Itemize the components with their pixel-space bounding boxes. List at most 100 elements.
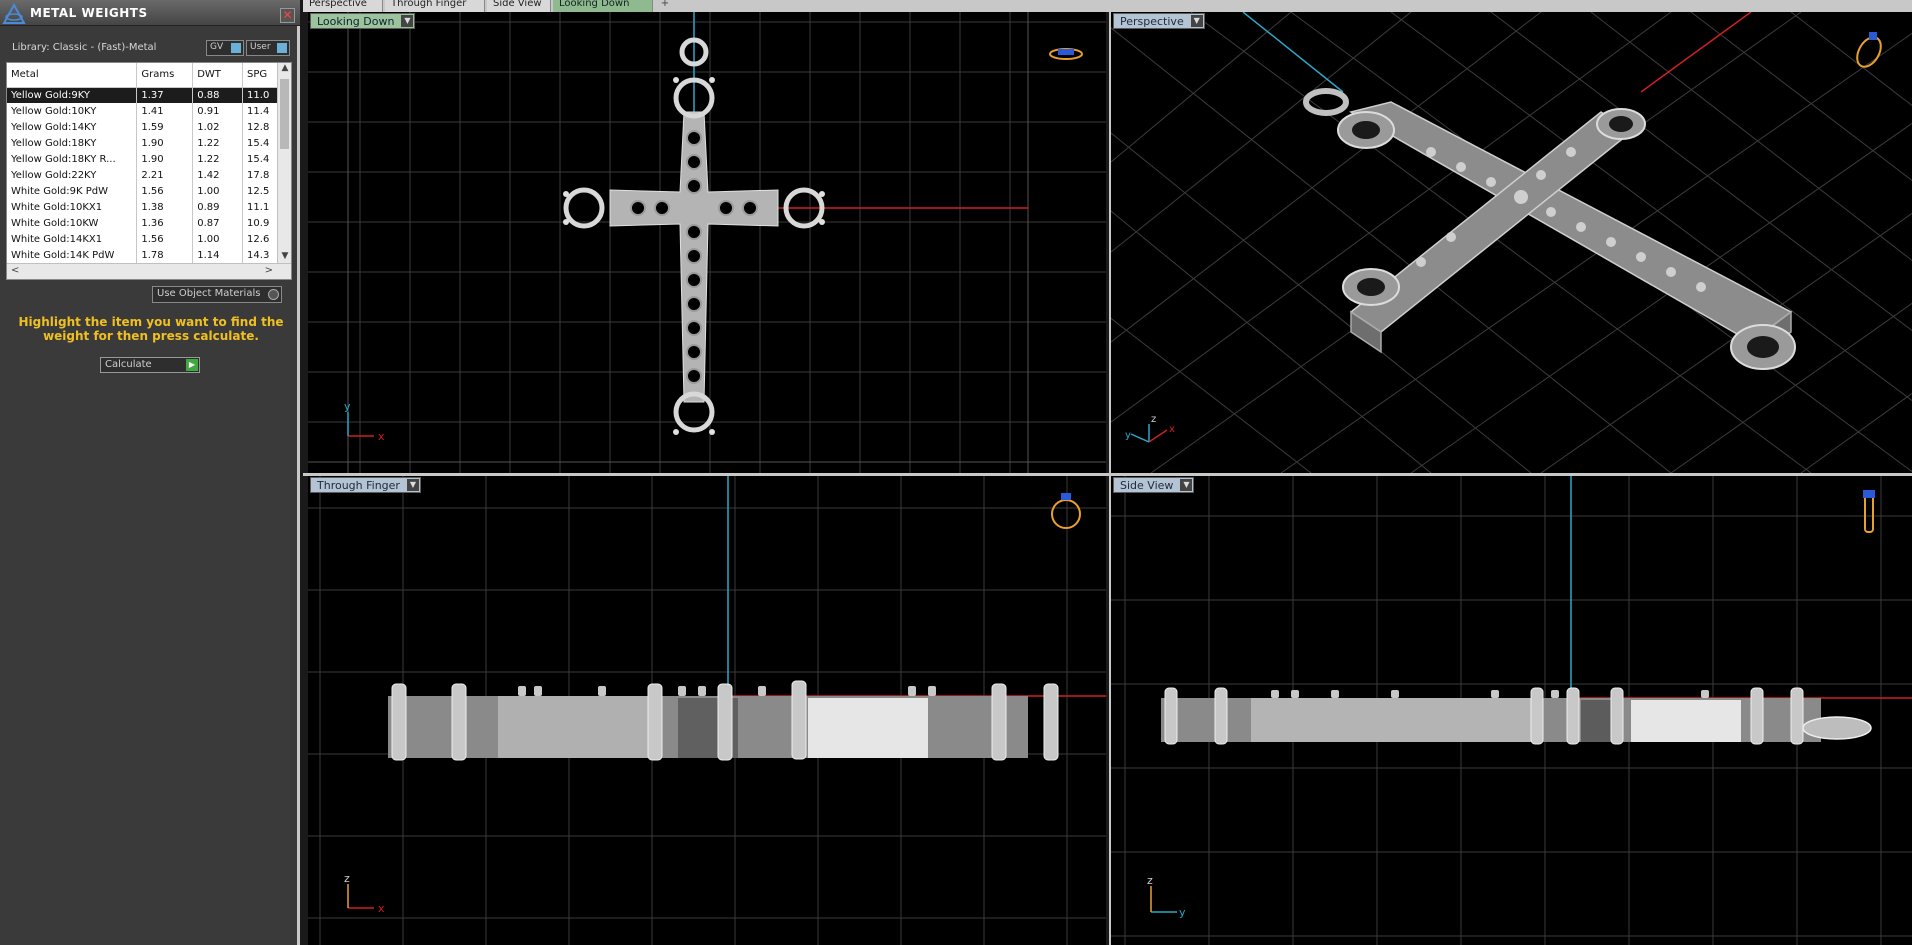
- panel-header: METAL WEIGHTS ✕: [0, 0, 300, 26]
- close-icon[interactable]: ✕: [280, 8, 295, 23]
- toggle-switch-icon: [231, 43, 241, 53]
- chevron-down-icon[interactable]: ▼: [1180, 479, 1193, 491]
- spg-cell: 11.0: [242, 87, 279, 103]
- table-row[interactable]: Yellow Gold:22KY 2.21 1.42 17.8: [7, 167, 279, 183]
- viewport-title-through-finger: Through Finger: [317, 479, 400, 492]
- ring-orientation-icon: [1863, 490, 1875, 533]
- spg-cell: 17.8: [242, 167, 279, 183]
- horizontal-scrollbar[interactable]: < >: [7, 263, 291, 279]
- dwt-cell: 1.02: [192, 119, 244, 135]
- toggle-switch-icon: [277, 43, 287, 53]
- axis-label-y: y: [1179, 906, 1186, 919]
- metal-name-cell: White Gold:9K PdW: [7, 183, 138, 199]
- calculate-label: Calculate: [105, 359, 152, 370]
- column-header-grams[interactable]: Grams: [136, 63, 194, 88]
- table-row[interactable]: White Gold:9K PdW 1.56 1.00 12.5: [7, 183, 279, 199]
- metal-name-cell: White Gold:10KW: [7, 215, 138, 231]
- viewport-through-finger[interactable]: z x Through Finger ▼: [308, 476, 1106, 945]
- library-label: Library: Classic - (Fast)-Metal: [12, 42, 157, 53]
- chevron-down-icon[interactable]: ▼: [401, 15, 414, 27]
- viewport-perspective[interactable]: y z x Perspective ▼: [1109, 12, 1912, 473]
- grams-cell: 1.37: [136, 87, 194, 103]
- spg-cell: 11.4: [242, 103, 279, 119]
- table-row[interactable]: White Gold:10KX1 1.38 0.89 11.1: [7, 199, 279, 215]
- grams-cell: 1.78: [136, 247, 194, 263]
- grams-cell: 1.56: [136, 231, 194, 247]
- user-toggle[interactable]: User: [246, 40, 290, 56]
- metal-name-cell: Yellow Gold:14KY: [7, 119, 138, 135]
- metal-weights-panel: METAL WEIGHTS ✕ Library: Classic - (Fast…: [0, 0, 300, 945]
- axis-label-y: y: [344, 400, 351, 413]
- dwt-cell: 1.00: [192, 183, 244, 199]
- dwt-cell: 0.88: [192, 87, 244, 103]
- dwt-cell: 1.00: [192, 231, 244, 247]
- metal-table-container: Metal Grams DWT SPG Yellow Gold:9KY 1.37 0…: [6, 62, 292, 280]
- viewport-title-perspective: Perspective: [1120, 15, 1184, 28]
- viewport-label-side-view[interactable]: Side View ▼: [1113, 477, 1195, 493]
- scrollbar-thumb[interactable]: [280, 79, 289, 149]
- scroll-up-icon[interactable]: ▲: [278, 63, 291, 77]
- viewport-side-view[interactable]: z y Side View ▼: [1109, 476, 1912, 945]
- calculate-button[interactable]: Calculate ▶: [100, 357, 200, 373]
- spg-cell: 11.1: [242, 199, 279, 215]
- vertical-scrollbar[interactable]: ▲ ▼: [277, 63, 291, 265]
- grams-cell: 1.59: [136, 119, 194, 135]
- table-row[interactable]: White Gold:14KX1 1.56 1.00 12.6: [7, 231, 279, 247]
- metal-name-cell: Yellow Gold:18KY R...: [7, 151, 138, 167]
- ring-orientation-icon: [1049, 48, 1083, 60]
- ring-orientation-icon: [1051, 493, 1081, 529]
- matrix-logo-icon: [2, 2, 26, 24]
- viewport-label-perspective[interactable]: Perspective ▼: [1113, 13, 1205, 29]
- tab-looking-down[interactable]: Looking Down: [553, 0, 653, 12]
- table-row[interactable]: Yellow Gold:10KY 1.41 0.91 11.4: [7, 103, 279, 119]
- viewport-label-looking-down[interactable]: Looking Down ▼: [310, 13, 416, 29]
- metal-name-cell: Yellow Gold:10KY: [7, 103, 138, 119]
- tab-through-finger[interactable]: Through Finger: [385, 0, 485, 12]
- spg-cell: 12.5: [242, 183, 279, 199]
- gv-toggle[interactable]: GV: [206, 40, 244, 56]
- use-object-materials-label: Use Object Materials: [157, 288, 261, 299]
- axis-label-z: z: [1151, 414, 1156, 425]
- cross-side-view-canvas[interactable]: z y: [1111, 476, 1912, 945]
- column-header-spg[interactable]: SPG: [242, 63, 279, 88]
- column-header-metal[interactable]: Metal: [7, 63, 138, 88]
- dwt-cell: 0.91: [192, 103, 244, 119]
- use-object-materials-toggle[interactable]: Use Object Materials: [152, 286, 282, 303]
- viewport-label-through-finger[interactable]: Through Finger ▼: [310, 477, 421, 493]
- table-row[interactable]: White Gold:10KW 1.36 0.87 10.9: [7, 215, 279, 231]
- table-row[interactable]: Yellow Gold:18KY R... 1.90 1.22 15.4: [7, 151, 279, 167]
- viewport-title-side-view: Side View: [1120, 479, 1174, 492]
- grams-cell: 1.56: [136, 183, 194, 199]
- scroll-left-icon[interactable]: <: [11, 265, 19, 276]
- dwt-cell: 0.89: [192, 199, 244, 215]
- table-row[interactable]: Yellow Gold:18KY 1.90 1.22 15.4: [7, 135, 279, 151]
- cross-front-view-canvas[interactable]: z x: [308, 476, 1106, 945]
- metal-name-cell: White Gold:10KX1: [7, 199, 138, 215]
- column-header-dwt[interactable]: DWT: [192, 63, 244, 88]
- table-row[interactable]: Yellow Gold:9KY 1.37 0.88 11.0: [7, 87, 279, 103]
- chevron-down-icon[interactable]: ▼: [1190, 15, 1203, 27]
- dwt-cell: 1.22: [192, 151, 244, 167]
- grams-cell: 2.21: [136, 167, 194, 183]
- grams-cell: 1.90: [136, 151, 194, 167]
- play-arrow-icon: ▶: [186, 359, 198, 371]
- add-tab-icon[interactable]: +: [656, 0, 674, 12]
- table-row[interactable]: Yellow Gold:14KY 1.59 1.02 12.8: [7, 119, 279, 135]
- chevron-down-icon[interactable]: ▼: [406, 479, 419, 491]
- dwt-cell: 1.42: [192, 167, 244, 183]
- scroll-right-icon[interactable]: >: [265, 265, 273, 276]
- viewport-looking-down[interactable]: y x Looking Down ▼: [308, 12, 1106, 473]
- axis-label-x: x: [1169, 424, 1175, 435]
- cross-perspective-canvas[interactable]: y z x: [1111, 12, 1912, 473]
- gv-toggle-label: GV: [210, 42, 224, 52]
- table-row[interactable]: White Gold:14K PdW 1.78 1.14 14.3: [7, 247, 279, 263]
- spg-cell: 14.3: [242, 247, 279, 263]
- metal-name-cell: White Gold:14KX1: [7, 231, 138, 247]
- user-toggle-label: User: [250, 42, 271, 52]
- metal-name-cell: Yellow Gold:22KY: [7, 167, 138, 183]
- axis-label-z: z: [1147, 874, 1153, 887]
- cross-top-view-canvas[interactable]: y x: [308, 12, 1106, 473]
- tab-side-view[interactable]: Side View: [487, 0, 551, 12]
- app-window: { "panel": { "title": "METAL WEIGHTS", "…: [0, 0, 1912, 945]
- tab-perspective[interactable]: Perspective: [303, 0, 383, 12]
